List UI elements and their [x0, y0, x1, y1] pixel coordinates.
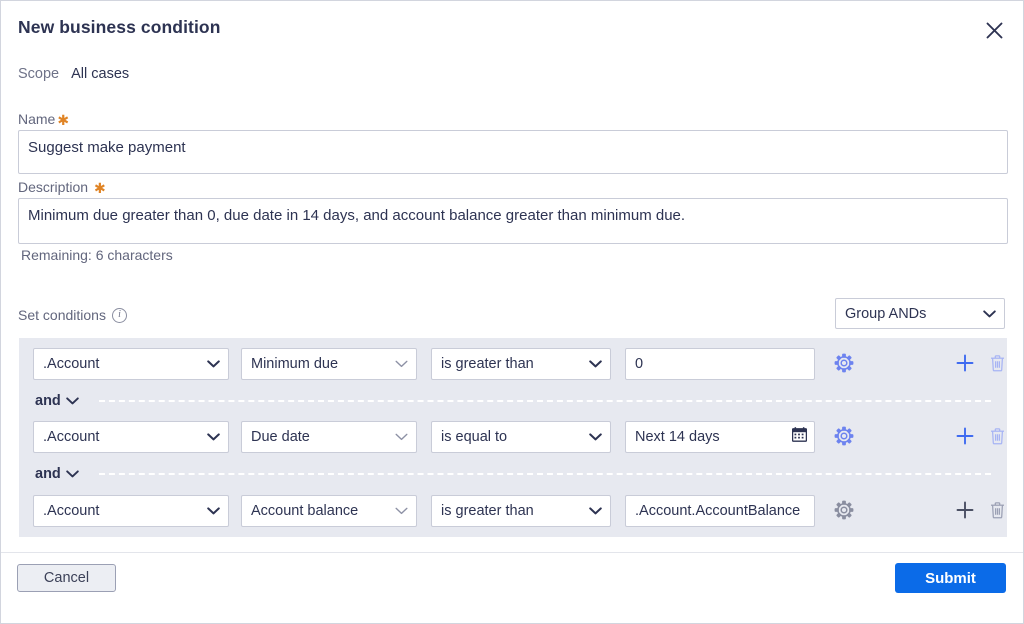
close-icon: [985, 21, 1004, 40]
condition-row: .Account.Case.Customer Minimum dueDue dat…: [33, 348, 1004, 380]
condition-comparator-select-wrapper: is greater thanis equal tois less thanis…: [431, 421, 611, 453]
set-conditions-label-text: Set conditions: [18, 307, 106, 323]
condition-row: .Account.Case.Customer Minimum dueDue dat…: [33, 495, 1004, 527]
condition-row: .Account.Case.Customer Minimum dueDue dat…: [33, 421, 1004, 453]
gear-icon: [834, 426, 854, 449]
name-label-text: Name: [18, 111, 56, 127]
gear-icon: [834, 353, 854, 376]
close-button[interactable]: [979, 15, 1009, 45]
description-input[interactable]: [18, 198, 1008, 244]
condition-value-wrapper: [625, 495, 815, 527]
group-logic-select[interactable]: Group ANDsGroup ORs: [835, 298, 1005, 329]
info-icon-glyph: i: [118, 309, 121, 320]
condition-connector-row: andor: [33, 389, 993, 413]
condition-comparator-select-wrapper: is greater thanis equal tois less thanis…: [431, 348, 611, 380]
required-asterisk: ✱: [57, 112, 70, 128]
condition-comparator-select[interactable]: is greater thanis equal tois less thanis…: [431, 348, 611, 380]
connector-divider: [99, 400, 991, 402]
delete-condition-button[interactable]: [983, 348, 1011, 380]
gear-icon: [834, 500, 854, 523]
condition-comparator-select[interactable]: is greater thanis equal tois less thanis…: [431, 495, 611, 527]
description-label-text: Description: [18, 179, 89, 195]
condition-field-select-wrapper: Minimum dueDue dateAccount balance: [241, 421, 417, 453]
condition-settings-button[interactable]: [829, 421, 859, 453]
delete-condition-button[interactable]: [983, 495, 1011, 527]
condition-property-select-wrapper: .Account.Case.Customer: [33, 495, 229, 527]
condition-property-select-wrapper: .Account.Case.Customer: [33, 421, 229, 453]
add-condition-button[interactable]: [951, 421, 979, 453]
scope-label: Scope: [18, 66, 60, 82]
condition-property-select[interactable]: .Account.Case.Customer: [33, 421, 229, 453]
condition-settings-button[interactable]: [829, 348, 859, 380]
condition-property-select[interactable]: .Account.Case.Customer: [33, 348, 229, 380]
trash-icon: [989, 501, 1006, 522]
footer-divider: [1, 552, 1023, 553]
condition-value-input[interactable]: [625, 348, 815, 380]
condition-settings-button[interactable]: [829, 495, 859, 527]
condition-field-select[interactable]: Minimum dueDue dateAccount balance: [241, 348, 417, 380]
connector-select[interactable]: andor: [33, 390, 85, 412]
condition-property-select[interactable]: .Account.Case.Customer: [33, 495, 229, 527]
set-conditions-label: Set conditions i: [18, 307, 127, 323]
group-logic-select-wrapper: Group ANDsGroup ORs: [835, 298, 1005, 329]
condition-value-wrapper: [625, 348, 815, 380]
dialog-title: New business condition: [18, 17, 221, 37]
calendar-icon[interactable]: [791, 427, 808, 447]
condition-field-select-wrapper: Minimum dueDue dateAccount balance: [241, 495, 417, 527]
name-field-group: Name ✱: [18, 111, 1008, 174]
condition-comparator-select[interactable]: is greater thanis equal tois less thanis…: [431, 421, 611, 453]
condition-field-select[interactable]: Minimum dueDue dateAccount balance: [241, 421, 417, 453]
connector-select-wrapper: andor: [33, 390, 85, 412]
plus-icon: [956, 501, 974, 522]
scope-value: All cases: [71, 66, 130, 82]
condition-value-input[interactable]: [625, 495, 815, 527]
connector-divider: [99, 473, 991, 475]
new-business-condition-dialog: New business condition Scope All cases N…: [0, 0, 1024, 624]
plus-icon: [956, 427, 974, 448]
condition-value-wrapper: [625, 421, 815, 453]
add-condition-button[interactable]: [951, 348, 979, 380]
condition-field-select-wrapper: Minimum dueDue dateAccount balance: [241, 348, 417, 380]
condition-field-select[interactable]: Minimum dueDue dateAccount balance: [241, 495, 417, 527]
trash-icon: [989, 354, 1006, 375]
trash-icon: [989, 427, 1006, 448]
add-condition-button[interactable]: [951, 495, 979, 527]
scope-row: Scope All cases: [18, 66, 129, 82]
connector-select[interactable]: andor: [33, 463, 85, 485]
description-label: Description ✱: [18, 179, 1008, 195]
required-asterisk: ✱: [94, 180, 106, 196]
conditions-panel: .Account.Case.Customer Minimum dueDue dat…: [19, 338, 1007, 537]
submit-button[interactable]: Submit: [895, 563, 1006, 593]
plus-icon: [956, 354, 974, 375]
condition-connector-row: andor: [33, 462, 993, 486]
description-field-group: Description ✱: [18, 179, 1008, 244]
delete-condition-button[interactable]: [983, 421, 1011, 453]
condition-comparator-select-wrapper: is greater thanis equal tois less thanis…: [431, 495, 611, 527]
condition-property-select-wrapper: .Account.Case.Customer: [33, 348, 229, 380]
info-icon[interactable]: i: [111, 307, 127, 323]
connector-select-wrapper: andor: [33, 463, 85, 485]
name-label: Name ✱: [18, 111, 1008, 127]
remaining-characters-text: Remaining: 6 characters: [21, 247, 173, 263]
name-input[interactable]: [18, 130, 1008, 174]
cancel-button[interactable]: Cancel: [17, 564, 116, 592]
condition-value-input[interactable]: [625, 421, 815, 453]
